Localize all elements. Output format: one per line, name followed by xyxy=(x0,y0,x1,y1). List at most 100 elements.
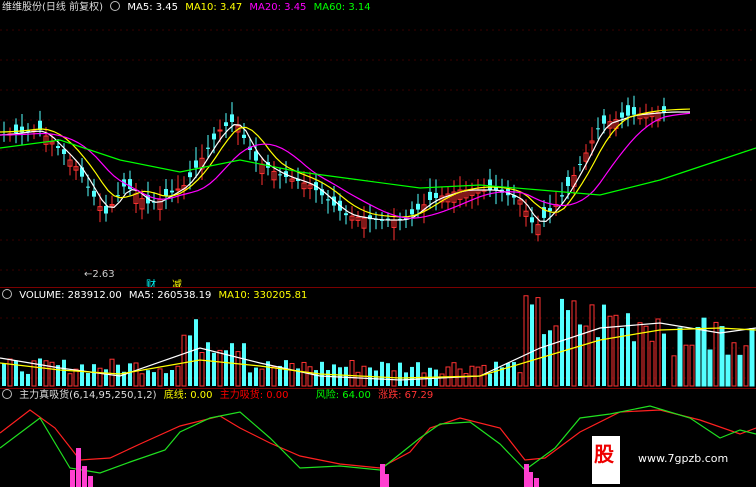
volume-bar xyxy=(152,372,156,386)
volume-bar xyxy=(355,371,361,387)
volume-bar xyxy=(494,361,498,386)
candle-body xyxy=(224,122,228,126)
candle-body xyxy=(434,192,438,198)
volume-bar xyxy=(589,304,595,387)
candle-body xyxy=(488,179,492,190)
volume-bar xyxy=(719,326,725,387)
volume-bar xyxy=(164,373,168,386)
stock-title: 维维股份(日线 前复权) xyxy=(2,2,103,13)
volume-bar xyxy=(307,366,313,387)
low-price-value: 2.63 xyxy=(92,269,115,280)
candle-body xyxy=(596,128,600,130)
volume-bar xyxy=(677,327,683,387)
volume-bar xyxy=(410,366,414,386)
candle-body xyxy=(344,213,348,216)
settings-circle-icon[interactable] xyxy=(2,289,12,299)
absorb-bar xyxy=(384,474,389,487)
volume-bar xyxy=(523,295,529,387)
watermark: www.7gpzb.com xyxy=(638,452,729,465)
volume-chart[interactable] xyxy=(0,288,756,388)
logo-glyph: 股 xyxy=(594,442,614,466)
volume-bar xyxy=(707,349,713,387)
absorb-bar xyxy=(82,466,87,487)
volume-bar xyxy=(217,349,223,387)
volume-bar xyxy=(284,360,288,386)
settings-circle-icon[interactable] xyxy=(2,389,12,399)
indicator-chart[interactable] xyxy=(0,388,756,487)
volume-bar xyxy=(133,362,139,387)
volume-panel[interactable]: VOLUME: 283912.00 MA5: 260538.19 MA10: 3… xyxy=(0,288,756,388)
volume-bar xyxy=(20,371,24,386)
volume-bar xyxy=(289,363,295,387)
price-panel[interactable]: 维维股份(日线 前复权) MA5: 3.45 MA10: 3.47 MA20: … xyxy=(0,0,756,288)
volume-bar xyxy=(463,373,469,387)
volume-bar xyxy=(259,368,265,387)
candle-body xyxy=(566,176,570,186)
absorb-bar xyxy=(70,470,75,487)
volume-bar xyxy=(725,354,731,387)
volume-bar xyxy=(128,363,132,386)
volume-bar xyxy=(349,359,355,387)
price-header: 维维股份(日线 前复权) MA5: 3.45 MA10: 3.47 MA20: … xyxy=(2,1,375,14)
candle-body xyxy=(602,115,606,124)
volume-bar xyxy=(731,342,737,387)
candlestick-chart[interactable] xyxy=(0,0,756,288)
volume-bar xyxy=(683,344,689,387)
indicator-panel[interactable]: 主力真吸货(6,14,95,250,1,2) 底线: 0.00 主力吸货: 0.… xyxy=(0,388,756,487)
volume-bar xyxy=(139,373,145,387)
risk-label: 风险: 64.00 xyxy=(315,390,371,401)
volume-header: VOLUME: 283912.00 MA5: 260538.19 MA10: 3… xyxy=(2,289,311,302)
settings-circle-icon[interactable] xyxy=(110,1,121,11)
candle-body xyxy=(92,190,96,197)
volume-bar xyxy=(199,352,205,387)
volume-bar xyxy=(43,360,49,387)
volume-bar xyxy=(109,358,115,387)
volume-bar xyxy=(451,362,457,387)
volume-bar xyxy=(206,342,210,386)
volume-bar xyxy=(67,373,73,387)
volume-bar xyxy=(488,373,492,386)
volume-bar xyxy=(613,314,619,387)
volume-bar xyxy=(92,364,96,386)
candle-body xyxy=(86,186,90,188)
absorb-bar xyxy=(88,476,93,487)
candle-body xyxy=(242,134,246,138)
candle-body xyxy=(632,107,636,115)
candle-body xyxy=(56,146,60,148)
volume-bar xyxy=(2,363,6,386)
candle-body xyxy=(530,217,534,223)
vol-ma10-label: MA10: 330205.81 xyxy=(218,290,308,301)
volume-bar xyxy=(643,325,649,387)
volume-bar xyxy=(548,330,552,386)
volume-bar xyxy=(416,362,420,386)
volume-bar xyxy=(535,297,541,387)
volume-bar xyxy=(571,300,577,387)
volume-bar xyxy=(671,355,677,387)
volume-bar xyxy=(7,358,13,387)
base-line-label: 底线: 0.00 xyxy=(163,390,213,401)
absorb-bar xyxy=(528,472,533,487)
change-label: 涨跌: 67.29 xyxy=(378,390,434,401)
absorb-label: 主力吸货: 0.00 xyxy=(219,390,289,401)
volume-bar xyxy=(271,366,277,387)
volume-bar xyxy=(737,354,743,387)
volume-bar xyxy=(517,372,523,387)
volume-bar xyxy=(170,369,174,386)
absorb-bar xyxy=(76,448,81,487)
candle-body xyxy=(326,199,330,201)
volume-bar xyxy=(38,358,42,386)
candle-body xyxy=(626,105,630,116)
candle-body xyxy=(578,164,582,166)
volume-bar xyxy=(695,326,701,387)
volume-bar xyxy=(632,341,636,386)
site-logo: 股 xyxy=(592,436,620,484)
volume-bar xyxy=(398,362,402,386)
volume-bar xyxy=(254,367,258,386)
volume-bar xyxy=(31,360,37,387)
volume-bar xyxy=(655,318,661,387)
volume-bar xyxy=(689,344,695,387)
volume-bar xyxy=(386,363,390,386)
volume-bar xyxy=(181,334,187,387)
volume-bar xyxy=(194,319,198,386)
volume-bar xyxy=(553,325,559,387)
